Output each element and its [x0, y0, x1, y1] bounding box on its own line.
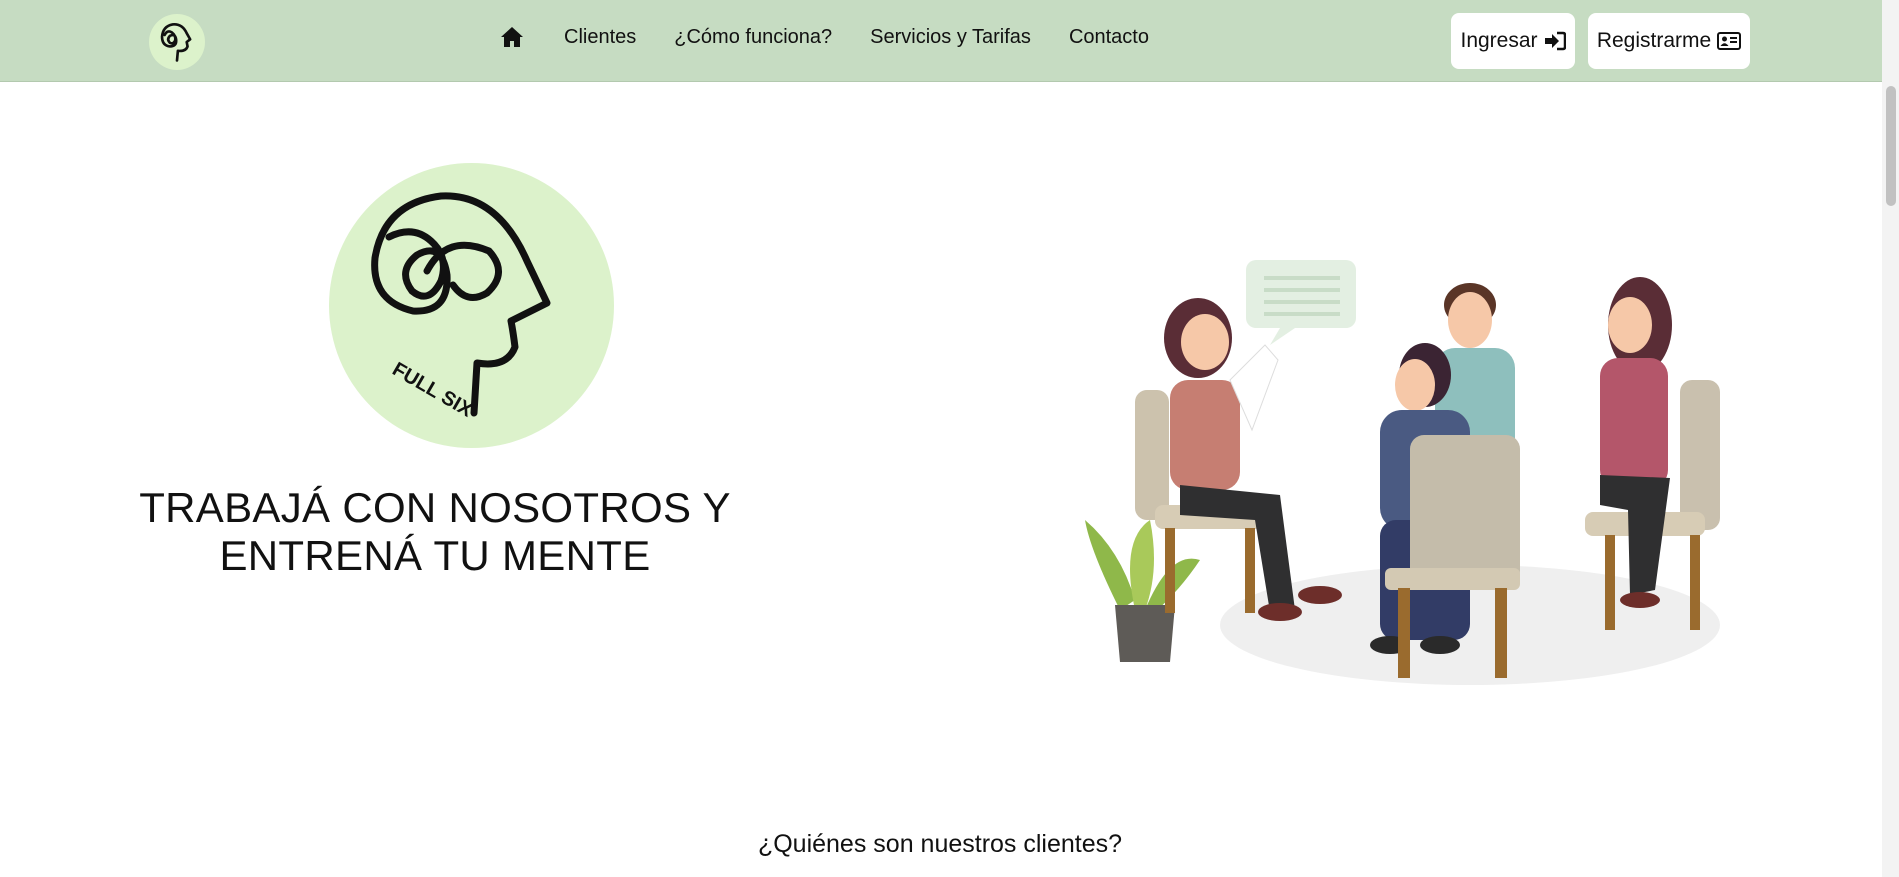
head-logo-icon [160, 23, 192, 62]
nav-link-clientes[interactable]: Clientes [564, 24, 636, 50]
hero-logo: FULL SIX [329, 163, 614, 448]
login-button[interactable]: Ingresar [1451, 13, 1575, 69]
hero-title: TRABAJÁ CON NOSOTROS Y ENTRENÁ TU MENTE [139, 484, 731, 579]
sign-in-icon [1544, 31, 1566, 51]
nav-link-servicios-tarifas[interactable]: Servicios y Tarifas [870, 24, 1031, 50]
logo-text: FULL SIX [389, 358, 477, 422]
scrollbar-thumb[interactable] [1886, 86, 1896, 206]
nav-links: Clientes ¿Cómo funciona? Servicios y Tar… [500, 24, 1187, 50]
register-button-label: Registrarme [1596, 29, 1712, 52]
brand-logo[interactable] [149, 14, 205, 70]
register-button[interactable]: Registrarme [1588, 13, 1750, 69]
navbar: Clientes ¿Cómo funciona? Servicios y Tar… [0, 0, 1899, 82]
page-scrollbar[interactable] [1882, 0, 1899, 877]
login-button-label: Ingresar [1460, 29, 1538, 52]
speech-bubble [1246, 260, 1356, 345]
nav-link-como-funciona[interactable]: ¿Cómo funciona? [674, 24, 832, 50]
home-icon[interactable] [500, 24, 526, 50]
id-card-icon [1717, 32, 1742, 50]
clients-section-title: ¿Quiénes son nuestros clientes? [757, 830, 1123, 858]
nav-link-contacto[interactable]: Contacto [1069, 24, 1149, 50]
plant [1085, 520, 1200, 662]
group-therapy-illustration [1085, 260, 1720, 685]
full-six-head-logo: FULL SIX [371, 192, 551, 422]
landing-page: Clientes ¿Cómo funciona? Servicios y Tar… [0, 0, 1899, 877]
